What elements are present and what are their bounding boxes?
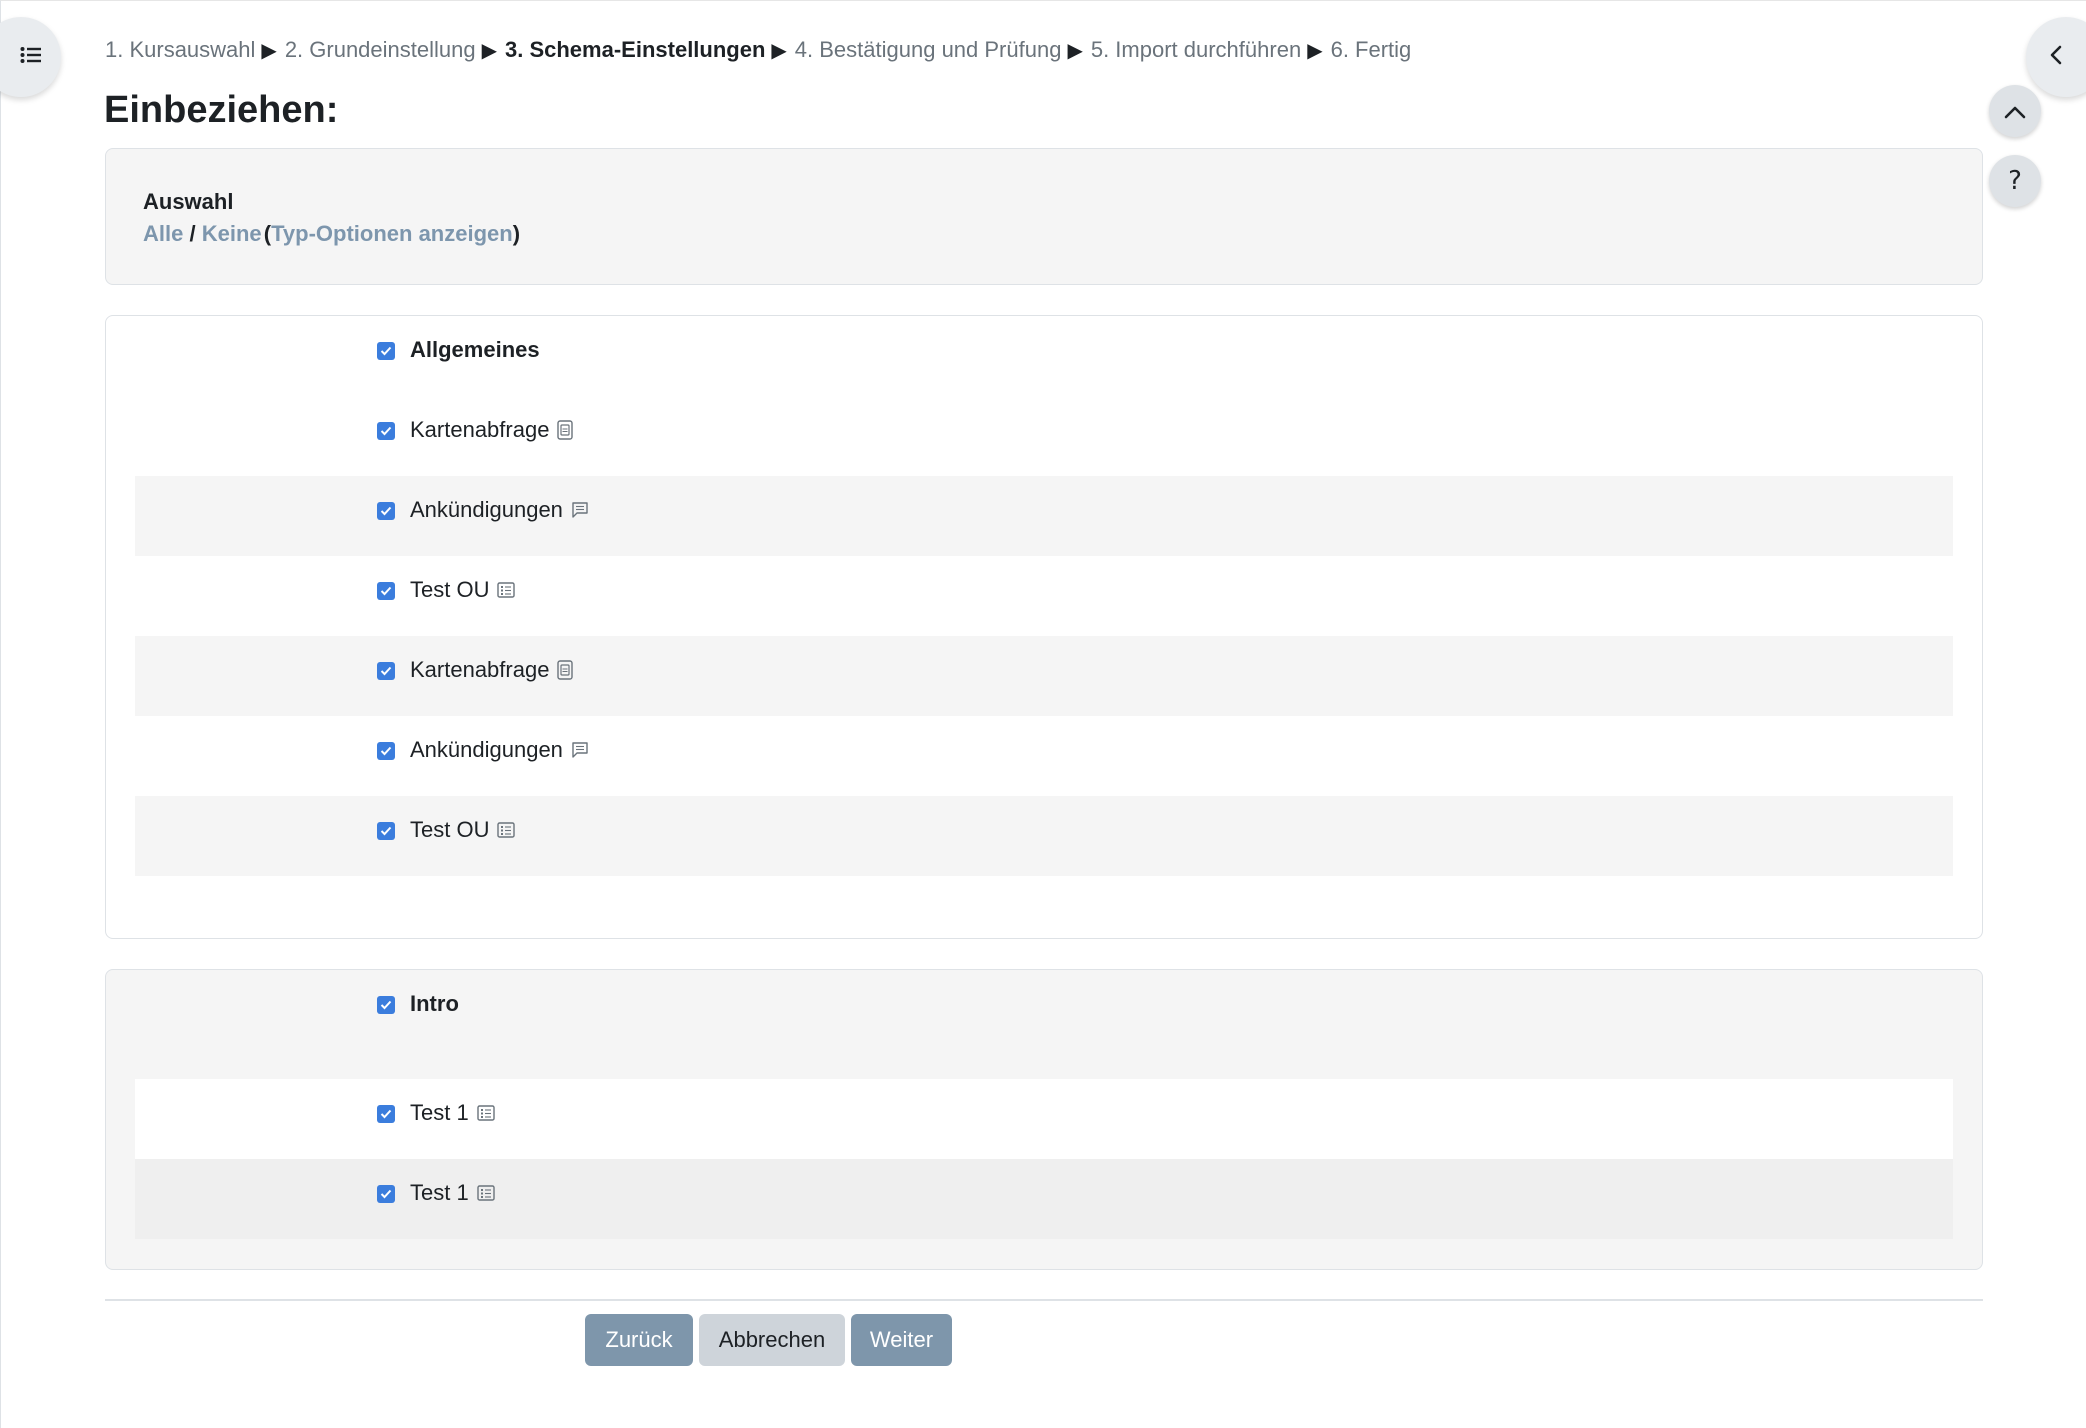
form-divider	[105, 1299, 1983, 1301]
step-6: 6. Fertig	[1330, 37, 1412, 62]
activity-row: Test OU	[135, 796, 1953, 876]
chevron-left-icon	[2049, 45, 2063, 69]
activity-name: Kartenabfrage	[410, 657, 550, 682]
activity-checkbox[interactable]	[377, 1105, 395, 1123]
activity-row: Ankündigungen	[135, 716, 1953, 796]
quiz-icon	[497, 822, 516, 838]
paren-close: )	[512, 221, 521, 246]
step-2: 2. Grundeinstellung	[284, 37, 476, 62]
activity-checkbox[interactable]	[377, 822, 395, 840]
section-checkbox[interactable]	[377, 342, 395, 360]
list-icon	[20, 46, 42, 68]
selection-panel: Auswahl Alle / Keine (Typ-Optionen anzei…	[105, 148, 1983, 285]
step-1: 1. Kursauswahl	[105, 37, 256, 62]
selection-title: Auswahl	[143, 189, 234, 214]
paren-open: (	[263, 221, 272, 246]
section-label: Intro	[410, 991, 459, 1016]
slash-separator: /	[189, 221, 196, 246]
quiz-icon	[477, 1185, 495, 1201]
activity-name: Kartenabfrage	[410, 417, 550, 442]
help-label: ?	[2008, 166, 2022, 196]
activity-label: Ankündigungen	[410, 497, 589, 523]
section-checkbox[interactable]	[377, 996, 395, 1014]
step-4: 4. Bestätigung und Prüfung	[794, 37, 1062, 62]
activity-checkbox[interactable]	[377, 742, 395, 760]
section-allgemeines: Allgemeines Kartenabfrage Ankündigungen …	[105, 315, 1983, 939]
next-button[interactable]: Weiter	[851, 1314, 952, 1366]
back-button[interactable]: Zurück	[585, 1314, 693, 1366]
activity-label: Ankündigungen	[410, 737, 589, 763]
activity-label: Kartenabfrage	[410, 657, 574, 683]
section-header-row: Intro	[135, 970, 1953, 1050]
activity-label: Test OU	[410, 817, 516, 843]
page: ? 1. Kursauswahl ▶ 2. Grundeinstellung ▶ 3. …	[0, 0, 2086, 1428]
step-separator: ▶	[261, 40, 277, 62]
activity-checkbox[interactable]	[377, 1185, 395, 1203]
activity-checkbox[interactable]	[377, 502, 395, 520]
activity-row: Kartenabfrage	[135, 396, 1953, 476]
activity-name: Test 1	[410, 1180, 469, 1205]
activity-name: Ankündigungen	[410, 497, 563, 522]
activity-row: Test 1	[135, 1079, 1953, 1159]
import-steps-breadcrumb: 1. Kursauswahl ▶ 2. Grundeinstellung ▶ 3. Sc…	[105, 37, 1411, 63]
activity-label: Kartenabfrage	[410, 417, 574, 443]
back-to-top-button[interactable]	[1989, 85, 2041, 137]
activity-row: Test OU	[135, 556, 1953, 636]
flashcard-icon	[557, 420, 574, 440]
activity-name: Test OU	[410, 577, 490, 602]
quiz-icon	[477, 1105, 495, 1121]
step-separator: ▶	[1307, 40, 1323, 62]
block-drawer-toggle[interactable]	[2026, 17, 2086, 97]
step-5: 5. Import durchführen	[1090, 37, 1302, 62]
activity-name: Test OU	[410, 817, 490, 842]
select-none-link[interactable]: Keine	[202, 221, 262, 246]
step-separator: ▶	[481, 40, 497, 62]
activity-checkbox[interactable]	[377, 582, 395, 600]
activity-checkbox[interactable]	[377, 422, 395, 440]
quiz-icon	[497, 582, 516, 598]
step-separator: ▶	[771, 40, 787, 62]
selection-links: Alle / Keine (Typ-Optionen anzeigen)	[143, 221, 520, 247]
flashcard-icon	[557, 660, 574, 680]
section-intro: Intro Test 1 Test 1	[105, 969, 1983, 1270]
activity-row: Ankündigungen	[135, 476, 1953, 556]
step-3-current: 3. Schema-Einstellungen	[505, 37, 766, 62]
activity-name: Ankündigungen	[410, 737, 563, 762]
activity-checkbox[interactable]	[377, 662, 395, 680]
section-label: Allgemeines	[410, 337, 540, 362]
select-all-link[interactable]: Alle	[143, 221, 183, 246]
chevron-up-icon	[2004, 96, 2026, 126]
help-button[interactable]: ?	[1989, 155, 2041, 207]
cancel-button[interactable]: Abbrechen	[699, 1314, 845, 1366]
step-separator: ▶	[1067, 40, 1083, 62]
activity-label: Test 1	[410, 1180, 495, 1206]
type-options-link[interactable]: Typ-Optionen anzeigen	[271, 221, 513, 246]
forum-icon	[571, 501, 589, 519]
course-index-toggle[interactable]	[0, 17, 61, 97]
forum-icon	[571, 741, 589, 759]
activity-name: Test 1	[410, 1100, 469, 1125]
section-header-row: Allgemeines	[135, 316, 1953, 396]
activity-label: Test OU	[410, 577, 516, 603]
activity-row: Test 1	[135, 1159, 1953, 1239]
page-title: Einbeziehen:	[104, 89, 339, 131]
activity-label: Test 1	[410, 1100, 495, 1126]
activity-row: Kartenabfrage	[135, 636, 1953, 716]
